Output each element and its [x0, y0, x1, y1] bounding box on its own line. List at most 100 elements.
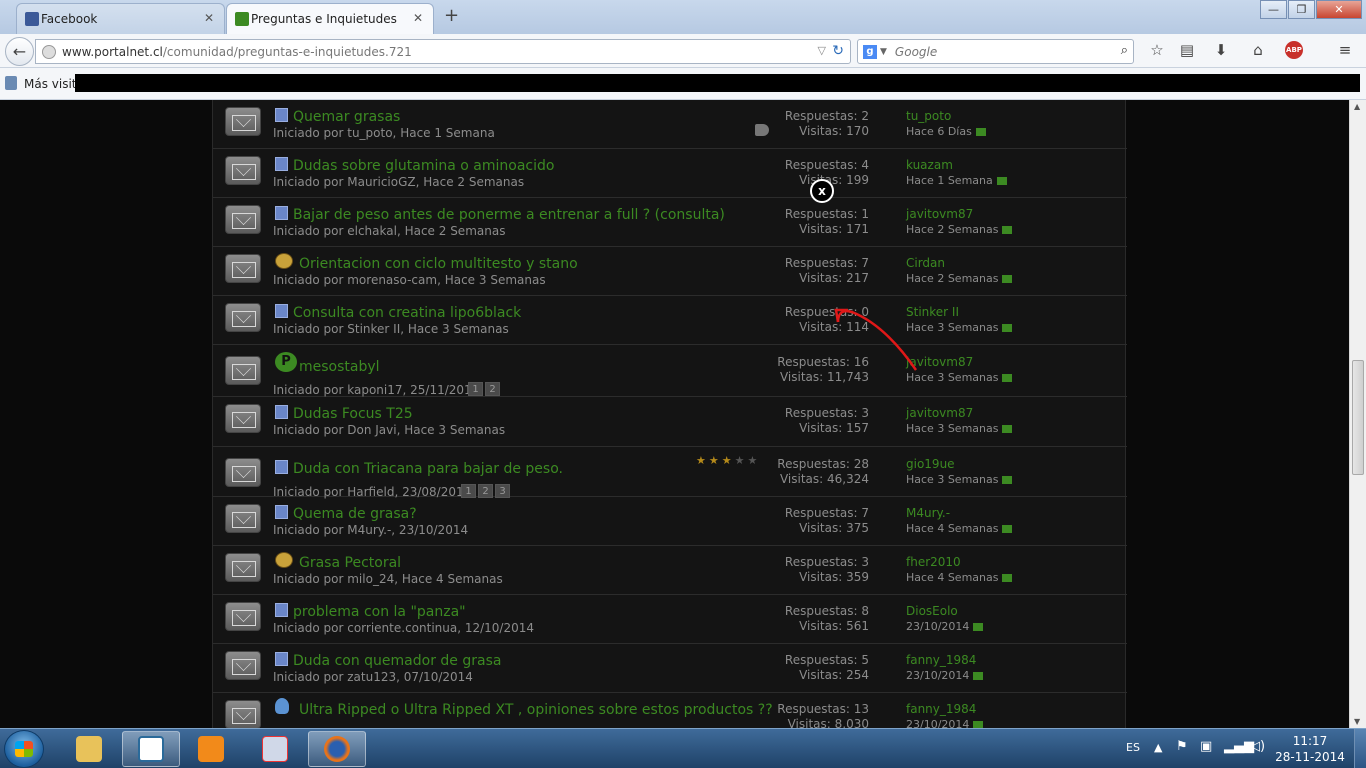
thread-row[interactable]: Ultra Ripped o Ultra Ripped XT , opinion… [213, 693, 1127, 728]
go-to-last-post-icon[interactable] [973, 623, 984, 631]
thread-row[interactable]: problema con la "panza" Iniciado por corr… [213, 595, 1127, 644]
menu-icon[interactable]: ≡ [1336, 41, 1354, 59]
go-to-last-post-icon[interactable] [973, 721, 984, 728]
thread-title-link[interactable]: Duda con quemador de grasa [293, 653, 501, 669]
go-to-last-post-icon[interactable] [1002, 525, 1013, 533]
maximize-button[interactable]: ❐ [1288, 0, 1315, 19]
thread-row[interactable]: Orientacion con ciclo multitesto y stano… [213, 247, 1127, 296]
go-to-last-post-icon[interactable] [975, 128, 986, 136]
last-post-user[interactable]: javitovm87 [906, 355, 1012, 370]
thread-title-link[interactable]: Orientacion con ciclo multitesto y stano [299, 256, 578, 272]
go-to-last-post-icon[interactable] [996, 177, 1007, 185]
last-post-user[interactable]: fanny_1984 [906, 653, 983, 668]
page-scrollbar[interactable]: ▲ ▼ [1349, 100, 1366, 728]
home-icon[interactable]: ⌂ [1249, 41, 1267, 59]
tab-facebook[interactable]: Facebook ✕ [16, 3, 225, 34]
page-link[interactable]: 2 [478, 484, 493, 498]
taskbar-paint[interactable] [246, 731, 304, 767]
scroll-up-icon[interactable]: ▲ [1354, 102, 1360, 111]
thread-row[interactable]: Bajar de peso antes de ponerme a entrena… [213, 198, 1127, 247]
taskbar-firefox[interactable] [308, 731, 366, 767]
page-link[interactable]: 1 [461, 484, 476, 498]
last-post-user[interactable]: Stinker II [906, 305, 1012, 320]
last-post-user[interactable]: M4ury.- [906, 506, 1012, 521]
last-post-user[interactable]: kuazam [906, 158, 1007, 173]
thread-title-link[interactable]: Dudas Focus T25 [293, 406, 413, 422]
bookmark-star-icon[interactable]: ☆ [1148, 41, 1166, 59]
last-post-user[interactable]: fher2010 [906, 555, 1012, 570]
thread-title-link[interactable]: Quemar grasas [293, 109, 400, 125]
thread-row[interactable]: Duda con quemador de grasa Iniciado por z… [213, 644, 1127, 693]
thread-title-link[interactable]: Ultra Ripped o Ultra Ripped XT , opinion… [299, 702, 773, 718]
go-to-last-post-icon[interactable] [1002, 374, 1013, 382]
last-post-user[interactable]: tu_poto [906, 109, 986, 124]
taskbar-hp[interactable] [122, 731, 180, 767]
thread-title-link[interactable]: mesostabyl [299, 359, 380, 375]
go-to-last-post-icon[interactable] [1002, 226, 1013, 234]
taskbar-explorer[interactable] [60, 731, 118, 767]
thread-row[interactable]: Consulta con creatina lipo6black Iniciado… [213, 296, 1127, 345]
url-bar[interactable]: www.portalnet.cl/comunidad/preguntas-e-i… [35, 39, 851, 64]
go-to-last-post-icon[interactable] [1002, 324, 1013, 332]
tab-preguntas[interactable]: Preguntas e Inquietudes ✕ [226, 3, 434, 34]
bookmarks-menu-icon[interactable]: ▤ [1178, 41, 1196, 59]
last-post-user[interactable]: javitovm87 [906, 406, 1012, 421]
show-desktop-button[interactable] [1354, 729, 1366, 768]
thread-row[interactable]: Quemar grasas Iniciado por tu_poto, Hace … [213, 100, 1127, 149]
close-overlay-button[interactable]: x [810, 179, 834, 203]
go-to-last-post-icon[interactable] [1002, 275, 1013, 283]
thread-row[interactable]: Pmesostabyl Iniciado por kaponi17, 25/11/… [213, 345, 1127, 397]
thread-title-link[interactable]: Grasa Pectoral [299, 555, 401, 571]
last-post: kuazam Hace 1 Semana [906, 158, 1007, 188]
action-center-flag-icon[interactable]: ⚑ [1176, 739, 1188, 754]
thread-row[interactable]: Dudas sobre glutamina o aminoacido Inicia… [213, 149, 1127, 198]
scroll-thumb[interactable] [1352, 360, 1364, 475]
last-post-user[interactable]: fanny_1984 [906, 702, 983, 717]
go-to-last-post-icon[interactable] [1002, 425, 1013, 433]
adblock-icon[interactable]: ABP [1285, 41, 1303, 59]
close-tab-icon[interactable]: ✕ [413, 11, 423, 25]
thread-row[interactable]: Dudas Focus T25 Iniciado por Don Javi, Ha… [213, 397, 1127, 447]
page-link[interactable]: 1 [468, 382, 483, 396]
new-tab-icon[interactable]: + [444, 5, 459, 26]
last-post-user[interactable]: DiosEolo [906, 604, 983, 619]
scroll-down-icon[interactable]: ▼ [1354, 717, 1360, 726]
taskbar-media-player[interactable] [182, 731, 240, 767]
thread-title-link[interactable]: Bajar de peso antes de ponerme a entrena… [293, 207, 725, 223]
go-to-last-post-icon[interactable] [973, 672, 984, 680]
last-post-user[interactable]: javitovm87 [906, 207, 1012, 222]
history-dropdown-icon[interactable]: ▽ [818, 44, 826, 57]
start-button[interactable] [4, 730, 44, 768]
thread-title-link[interactable]: Quema de grasa? [293, 506, 417, 522]
last-post-user[interactable]: Cirdan [906, 256, 1012, 271]
system-clock[interactable]: 11:17 28-11-2014 [1270, 733, 1350, 765]
power-icon[interactable]: ▣ [1200, 739, 1212, 754]
close-tab-icon[interactable]: ✕ [204, 11, 214, 25]
tray-expand-icon[interactable]: ▲ [1154, 741, 1162, 754]
chevron-down-icon[interactable]: ▼ [880, 47, 887, 57]
thread-title-link[interactable]: Duda con Triacana para bajar de peso. [293, 461, 563, 477]
thread-row[interactable]: Grasa Pectoral Iniciado por milo_24, Hace… [213, 546, 1127, 595]
thread-title-link[interactable]: Dudas sobre glutamina o aminoacido [293, 158, 554, 174]
download-icon[interactable]: ⬇ [1212, 41, 1230, 59]
search-input[interactable] [894, 44, 1105, 59]
page-link[interactable]: 3 [495, 484, 510, 498]
go-to-last-post-icon[interactable] [1002, 574, 1013, 582]
google-icon[interactable]: g [863, 44, 877, 59]
emoticon-icon [275, 552, 293, 568]
go-to-last-post-icon[interactable] [1002, 476, 1013, 484]
search-icon[interactable]: ⌕ [1121, 43, 1128, 58]
thread-row[interactable]: Duda con Triacana para bajar de peso. Ini… [213, 447, 1127, 499]
minimize-button[interactable]: — [1260, 0, 1287, 19]
thread-row[interactable]: Quema de grasa? Iniciado por M4ury.-, 23/… [213, 497, 1127, 546]
close-window-button[interactable]: ✕ [1316, 0, 1362, 19]
language-indicator[interactable]: ES [1126, 741, 1140, 754]
search-bar[interactable]: g ▼ ⌕ [857, 39, 1134, 64]
thread-title-link[interactable]: Consulta con creatina lipo6black [293, 305, 521, 321]
reload-icon[interactable]: ↻ [832, 43, 844, 59]
back-button[interactable]: ← [5, 37, 34, 66]
thread-title-link[interactable]: problema con la "panza" [293, 604, 466, 620]
last-post-user[interactable]: gio19ue [906, 457, 1012, 472]
page-link[interactable]: 2 [485, 382, 500, 396]
volume-icon[interactable]: ◁) [1250, 739, 1265, 754]
